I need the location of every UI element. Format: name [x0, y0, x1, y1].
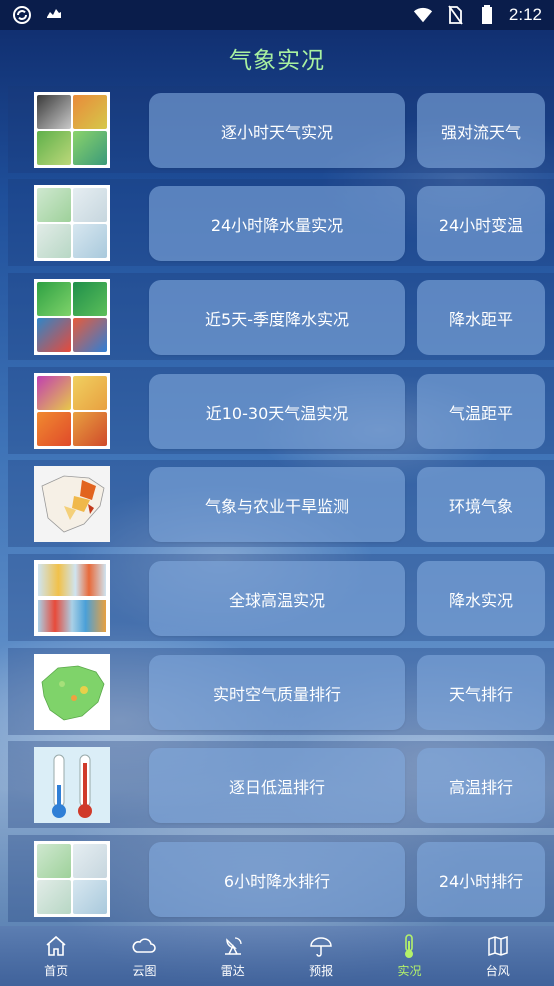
thumbnail-map-global[interactable] — [34, 560, 110, 636]
thumbnail-map-warm[interactable] — [34, 373, 110, 449]
nav-label: 首页 — [44, 964, 69, 978]
thumbnail-map-precip[interactable] — [34, 185, 110, 261]
main-button[interactable]: 逐日低温排行 — [149, 748, 405, 823]
side-button[interactable]: 24小时变温 — [417, 186, 545, 261]
main-button[interactable]: 逐小时天气实况 — [149, 93, 405, 168]
cloud-icon — [131, 933, 157, 959]
nav-observation[interactable]: 实况 — [369, 933, 449, 979]
radar-icon — [220, 933, 246, 959]
nav-label: 雷达 — [220, 964, 245, 978]
nav-home[interactable]: 首页 — [16, 933, 96, 979]
side-button[interactable]: 强对流天气 — [417, 93, 545, 168]
page-title: 气象实况 — [229, 48, 325, 74]
thumbnail-map-green[interactable] — [34, 279, 110, 355]
weather-app-icon — [44, 5, 64, 25]
list-row: 气象与农业干旱监测 环境气象 — [8, 460, 554, 547]
nav-forecast[interactable]: 预报 — [281, 933, 361, 979]
sync-icon — [12, 5, 32, 25]
thumbnail-map-air-quality[interactable] — [34, 654, 110, 730]
battery-icon — [477, 5, 497, 25]
side-button[interactable]: 降水距平 — [417, 280, 545, 355]
nav-cloud[interactable]: 云图 — [104, 933, 184, 979]
map-icon — [485, 933, 511, 959]
umbrella-icon — [308, 933, 334, 959]
main-button[interactable]: 6小时降水排行 — [149, 842, 405, 917]
nav-label: 预报 — [309, 964, 334, 978]
list-row: 24小时降水量实况 24小时变温 — [8, 179, 554, 266]
nav-typhoon[interactable]: 台风 — [458, 933, 538, 979]
list-row: 6小时降水排行 24小时排行 — [8, 835, 554, 922]
observation-list: 逐小时天气实况 强对流天气 24小时降水量实况 24小时变温 近5天-季度降水实… — [8, 86, 554, 924]
main-button[interactable]: 实时空气质量排行 — [149, 655, 405, 730]
side-button[interactable]: 气温距平 — [417, 374, 545, 449]
home-icon — [43, 933, 69, 959]
side-button[interactable]: 天气排行 — [417, 655, 545, 730]
bottom-nav: 首页 云图 雷达 预报 实况 台风 — [0, 926, 554, 986]
status-left — [12, 5, 64, 25]
status-bar: 2:12 — [0, 0, 554, 30]
list-row: 近5天-季度降水实况 降水距平 — [8, 273, 554, 360]
list-row: 实时空气质量排行 天气排行 — [8, 648, 554, 735]
no-sim-icon — [445, 5, 465, 25]
nav-label: 云图 — [132, 964, 157, 978]
thermometer-icon — [396, 933, 422, 959]
list-row: 逐日低温排行 高温排行 — [8, 741, 554, 828]
side-button[interactable]: 高温排行 — [417, 748, 545, 823]
main-button[interactable]: 全球高温实况 — [149, 561, 405, 636]
main-button[interactable]: 24小时降水量实况 — [149, 186, 405, 261]
title-bar: 气象实况 — [0, 30, 554, 86]
nav-label: 实况 — [397, 964, 422, 978]
side-button[interactable]: 环境气象 — [417, 467, 545, 542]
status-right: 2:12 — [413, 5, 542, 25]
nav-radar[interactable]: 雷达 — [193, 933, 273, 979]
list-row: 全球高温实况 降水实况 — [8, 554, 554, 641]
main-button[interactable]: 气象与农业干旱监测 — [149, 467, 405, 542]
main-button[interactable]: 近5天-季度降水实况 — [149, 280, 405, 355]
nav-label: 台风 — [485, 964, 510, 978]
side-button[interactable]: 降水实况 — [417, 561, 545, 636]
list-row: 近10-30天气温实况 气温距平 — [8, 367, 554, 454]
thumbnail-map-precip[interactable] — [34, 841, 110, 917]
wifi-icon — [413, 5, 433, 25]
list-row: 逐小时天气实况 强对流天气 — [8, 86, 554, 173]
clock: 2:12 — [508, 5, 542, 24]
thumbnail-map-temperature[interactable] — [34, 92, 110, 168]
side-button[interactable]: 24小时排行 — [417, 842, 545, 917]
thumbnail-thermometers[interactable] — [34, 747, 110, 823]
thumbnail-map-drought[interactable] — [34, 466, 110, 542]
main-button[interactable]: 近10-30天气温实况 — [149, 374, 405, 449]
